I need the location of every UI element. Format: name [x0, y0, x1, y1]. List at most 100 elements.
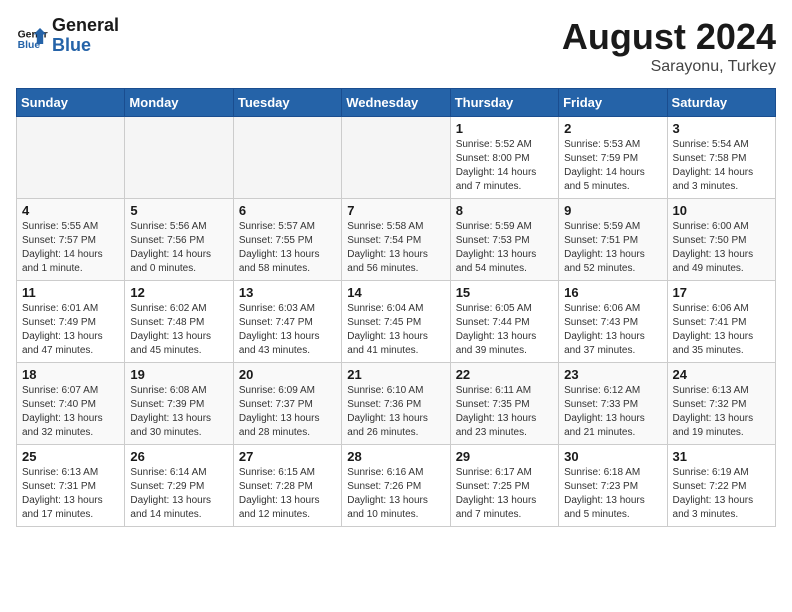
day-info: Sunrise: 6:09 AMSunset: 7:37 PMDaylight:…: [239, 384, 336, 440]
day-number: 19: [130, 367, 227, 382]
day-number: 23: [564, 367, 661, 382]
day-info: Sunrise: 6:11 AMSunset: 7:35 PMDaylight:…: [456, 384, 553, 440]
calendar-cell: 9 Sunrise: 5:59 AMSunset: 7:51 PMDaylight…: [559, 199, 667, 281]
day-info: Sunrise: 5:58 AMSunset: 7:54 PMDaylight:…: [347, 220, 444, 276]
calendar-cell: 6 Sunrise: 5:57 AMSunset: 7:55 PMDaylight…: [233, 199, 341, 281]
day-number: 29: [456, 449, 553, 464]
day-number: 18: [22, 367, 119, 382]
weekday-header-thursday: Thursday: [450, 89, 558, 117]
weekday-header-sunday: Sunday: [17, 89, 125, 117]
calendar-cell: 26 Sunrise: 6:14 AMSunset: 7:29 PMDayligh…: [125, 445, 233, 527]
location-subtitle: Sarayonu, Turkey: [562, 58, 776, 76]
logo-blue: Blue: [52, 36, 119, 56]
day-number: 20: [239, 367, 336, 382]
logo-general: General: [52, 16, 119, 36]
day-info: Sunrise: 6:17 AMSunset: 7:25 PMDaylight:…: [456, 466, 553, 522]
day-number: 9: [564, 203, 661, 218]
day-number: 17: [673, 285, 770, 300]
day-number: 21: [347, 367, 444, 382]
calendar-cell: 17Sunrise: 6:06 AMSunset: 7:41 PMDayligh…: [667, 281, 775, 363]
weekday-header-saturday: Saturday: [667, 89, 775, 117]
day-info: Sunrise: 6:03 AMSunset: 7:47 PMDaylight:…: [239, 302, 336, 358]
calendar-cell: [233, 117, 341, 199]
day-info: Sunrise: 6:13 AMSunset: 7:32 PMDaylight:…: [673, 384, 770, 440]
calendar-cell: 28 Sunrise: 6:16 AMSunset: 7:26 PMDayligh…: [342, 445, 450, 527]
day-number: 7: [347, 203, 444, 218]
day-number: 1: [456, 121, 553, 136]
week-row-3: 11Sunrise: 6:01 AMSunset: 7:49 PMDayligh…: [17, 281, 776, 363]
calendar-cell: 16 Sunrise: 6:06 AMSunset: 7:43 PMDayligh…: [559, 281, 667, 363]
calendar-cell: 3 Sunrise: 5:54 AMSunset: 7:58 PMDaylight…: [667, 117, 775, 199]
day-info: Sunrise: 6:00 AMSunset: 7:50 PMDaylight:…: [673, 220, 770, 276]
day-number: 25: [22, 449, 119, 464]
day-number: 3: [673, 121, 770, 136]
day-info: Sunrise: 5:53 AMSunset: 7:59 PMDaylight:…: [564, 138, 661, 194]
calendar-cell: 11Sunrise: 6:01 AMSunset: 7:49 PMDayligh…: [17, 281, 125, 363]
day-info: Sunrise: 6:01 AMSunset: 7:49 PMDaylight:…: [22, 302, 119, 358]
calendar-cell: 31 Sunrise: 6:19 AMSunset: 7:22 PMDayligh…: [667, 445, 775, 527]
day-info: Sunrise: 6:14 AMSunset: 7:29 PMDaylight:…: [130, 466, 227, 522]
month-title: August 2024: [562, 16, 776, 58]
day-info: Sunrise: 5:57 AMSunset: 7:55 PMDaylight:…: [239, 220, 336, 276]
day-number: 16: [564, 285, 661, 300]
calendar-cell: 8Sunrise: 5:59 AMSunset: 7:53 PMDaylight…: [450, 199, 558, 281]
calendar-cell: 15 Sunrise: 6:05 AMSunset: 7:44 PMDayligh…: [450, 281, 558, 363]
calendar-cell: 13Sunrise: 6:03 AMSunset: 7:47 PMDayligh…: [233, 281, 341, 363]
calendar-table: SundayMondayTuesdayWednesdayThursdayFrid…: [16, 88, 776, 527]
day-info: Sunrise: 6:16 AMSunset: 7:26 PMDaylight:…: [347, 466, 444, 522]
calendar-cell: 22 Sunrise: 6:11 AMSunset: 7:35 PMDayligh…: [450, 363, 558, 445]
day-info: Sunrise: 5:52 AMSunset: 8:00 PMDaylight:…: [456, 138, 553, 194]
calendar-cell: 18 Sunrise: 6:07 AMSunset: 7:40 PMDayligh…: [17, 363, 125, 445]
day-info: Sunrise: 6:06 AMSunset: 7:43 PMDaylight:…: [564, 302, 661, 358]
calendar-cell: 29 Sunrise: 6:17 AMSunset: 7:25 PMDayligh…: [450, 445, 558, 527]
day-info: Sunrise: 6:05 AMSunset: 7:44 PMDaylight:…: [456, 302, 553, 358]
week-row-2: 4 Sunrise: 5:55 AMSunset: 7:57 PMDaylight…: [17, 199, 776, 281]
day-info: Sunrise: 5:59 AMSunset: 7:51 PMDaylight:…: [564, 220, 661, 276]
calendar-cell: 10 Sunrise: 6:00 AMSunset: 7:50 PMDayligh…: [667, 199, 775, 281]
calendar-cell: 27Sunrise: 6:15 AMSunset: 7:28 PMDayligh…: [233, 445, 341, 527]
day-number: 26: [130, 449, 227, 464]
calendar-cell: [342, 117, 450, 199]
day-number: 22: [456, 367, 553, 382]
calendar-cell: 25 Sunrise: 6:13 AMSunset: 7:31 PMDayligh…: [17, 445, 125, 527]
calendar-cell: 14Sunrise: 6:04 AMSunset: 7:45 PMDayligh…: [342, 281, 450, 363]
day-number: 10: [673, 203, 770, 218]
day-number: 4: [22, 203, 119, 218]
day-number: 12: [130, 285, 227, 300]
weekday-header-wednesday: Wednesday: [342, 89, 450, 117]
day-info: Sunrise: 6:08 AMSunset: 7:39 PMDaylight:…: [130, 384, 227, 440]
day-number: 2: [564, 121, 661, 136]
calendar-cell: [17, 117, 125, 199]
day-info: Sunrise: 6:18 AMSunset: 7:23 PMDaylight:…: [564, 466, 661, 522]
logo-icon: General Blue: [16, 20, 48, 52]
title-area: August 2024 Sarayonu, Turkey: [562, 16, 776, 76]
calendar-cell: 24 Sunrise: 6:13 AMSunset: 7:32 PMDayligh…: [667, 363, 775, 445]
logo: General Blue General Blue: [16, 16, 119, 56]
day-number: 31: [673, 449, 770, 464]
day-info: Sunrise: 5:54 AMSunset: 7:58 PMDaylight:…: [673, 138, 770, 194]
calendar-cell: 2 Sunrise: 5:53 AMSunset: 7:59 PMDaylight…: [559, 117, 667, 199]
weekday-header-friday: Friday: [559, 89, 667, 117]
day-info: Sunrise: 5:55 AMSunset: 7:57 PMDaylight:…: [22, 220, 119, 276]
week-row-1: 1 Sunrise: 5:52 AMSunset: 8:00 PMDaylight…: [17, 117, 776, 199]
day-number: 15: [456, 285, 553, 300]
day-number: 27: [239, 449, 336, 464]
day-number: 5: [130, 203, 227, 218]
calendar-cell: 5Sunrise: 5:56 AMSunset: 7:56 PMDaylight…: [125, 199, 233, 281]
calendar-cell: 20 Sunrise: 6:09 AMSunset: 7:37 PMDayligh…: [233, 363, 341, 445]
day-number: 30: [564, 449, 661, 464]
day-info: Sunrise: 6:13 AMSunset: 7:31 PMDaylight:…: [22, 466, 119, 522]
weekday-header-monday: Monday: [125, 89, 233, 117]
week-row-5: 25 Sunrise: 6:13 AMSunset: 7:31 PMDayligh…: [17, 445, 776, 527]
day-info: Sunrise: 6:12 AMSunset: 7:33 PMDaylight:…: [564, 384, 661, 440]
day-info: Sunrise: 6:19 AMSunset: 7:22 PMDaylight:…: [673, 466, 770, 522]
day-number: 24: [673, 367, 770, 382]
day-number: 6: [239, 203, 336, 218]
page-header: General Blue General Blue August 2024 Sa…: [16, 16, 776, 76]
calendar-cell: 7 Sunrise: 5:58 AMSunset: 7:54 PMDaylight…: [342, 199, 450, 281]
calendar-cell: 19 Sunrise: 6:08 AMSunset: 7:39 PMDayligh…: [125, 363, 233, 445]
day-number: 8: [456, 203, 553, 218]
day-number: 28: [347, 449, 444, 464]
day-info: Sunrise: 6:10 AMSunset: 7:36 PMDaylight:…: [347, 384, 444, 440]
day-info: Sunrise: 6:07 AMSunset: 7:40 PMDaylight:…: [22, 384, 119, 440]
